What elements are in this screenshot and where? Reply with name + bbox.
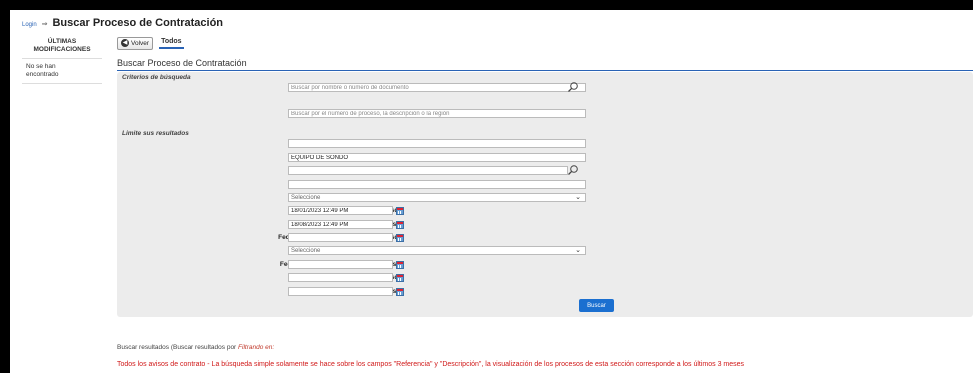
- pub-to-input[interactable]: [288, 220, 393, 229]
- page-heading: Login ⇒ Buscar Proceso de Contratación: [22, 17, 223, 29]
- calendar-icon[interactable]: [396, 261, 404, 269]
- offers-to-input[interactable]: [288, 260, 393, 269]
- process-search-input[interactable]: [288, 109, 586, 118]
- limits-group-title: Limite sus resultados: [122, 130, 189, 137]
- region-input[interactable]: [288, 180, 586, 189]
- calendar-icon[interactable]: [396, 234, 404, 242]
- sidebar-heading: ÚLTIMAS MODIFICACIONES: [22, 38, 102, 59]
- chevron-down-icon: ⌄: [575, 194, 581, 201]
- section-title: Buscar Proceso de Contratación: [117, 58, 973, 71]
- back-button[interactable]: ◀ Volver: [117, 36, 154, 50]
- sidebar: ÚLTIMAS MODIFICACIONES No se han encontr…: [22, 38, 102, 84]
- login-link[interactable]: Login: [22, 22, 37, 28]
- opening-to-input[interactable]: [288, 287, 393, 296]
- search-notice: Todos los avisos de contrato - La búsque…: [117, 361, 745, 368]
- toolbar: ◀ Volver Todos: [117, 36, 184, 50]
- tab-todos[interactable]: Todos: [159, 38, 184, 49]
- back-button-label: Volver: [131, 39, 150, 47]
- chevron-down-icon: ⌄: [575, 247, 581, 254]
- entity-search-icon[interactable]: [567, 81, 579, 93]
- search-button[interactable]: Buscar: [579, 299, 614, 312]
- process-type-select-value: Seleccione: [291, 248, 321, 254]
- sidebar-empty-message: No se han encontrado: [22, 59, 102, 84]
- calendar-icon[interactable]: [396, 207, 404, 215]
- sidebar-heading-line1: ÚLTIMAS: [47, 38, 77, 45]
- breadcrumb-arrow-icon: ⇒: [41, 21, 48, 28]
- calendar-icon[interactable]: [396, 221, 404, 229]
- unspsc-input[interactable]: [288, 166, 568, 175]
- criteria-group-title: Criterios de búsqueda: [122, 74, 191, 81]
- process-number-input[interactable]: [288, 139, 586, 148]
- page-title: Buscar Proceso de Contratación: [52, 17, 224, 29]
- calendar-icon[interactable]: [396, 274, 404, 282]
- offers-from-input[interactable]: [288, 233, 393, 242]
- results-line: Buscar resultados (Buscar resultados por…: [117, 344, 274, 351]
- calendar-icon[interactable]: [396, 288, 404, 296]
- opening-from-input[interactable]: [288, 273, 393, 282]
- entity-search-input[interactable]: [288, 83, 586, 92]
- state-select-value: Seleccione: [291, 195, 321, 201]
- back-arrow-icon: ◀: [121, 39, 129, 47]
- results-filter-link[interactable]: Filtrando en:: [238, 344, 274, 351]
- unspsc-search-icon[interactable]: [567, 164, 579, 176]
- top-bar: [0, 0, 973, 10]
- sidebar-empty-line1: No se han: [26, 63, 56, 70]
- description-input[interactable]: [288, 153, 586, 162]
- process-type-select[interactable]: Seleccione ⌄: [288, 246, 586, 255]
- sidebar-empty-line2: encontrado: [26, 71, 59, 78]
- sidebar-heading-line2: MODIFICACIONES: [33, 46, 91, 53]
- search-panel: Criterios de búsqueda Datos de la entida…: [117, 72, 973, 317]
- pub-from-input[interactable]: [288, 206, 393, 215]
- left-edge-bar: [0, 0, 10, 373]
- state-select[interactable]: Seleccione ⌄: [288, 193, 586, 202]
- results-prefix: Buscar resultados (Buscar resultados por: [117, 344, 239, 351]
